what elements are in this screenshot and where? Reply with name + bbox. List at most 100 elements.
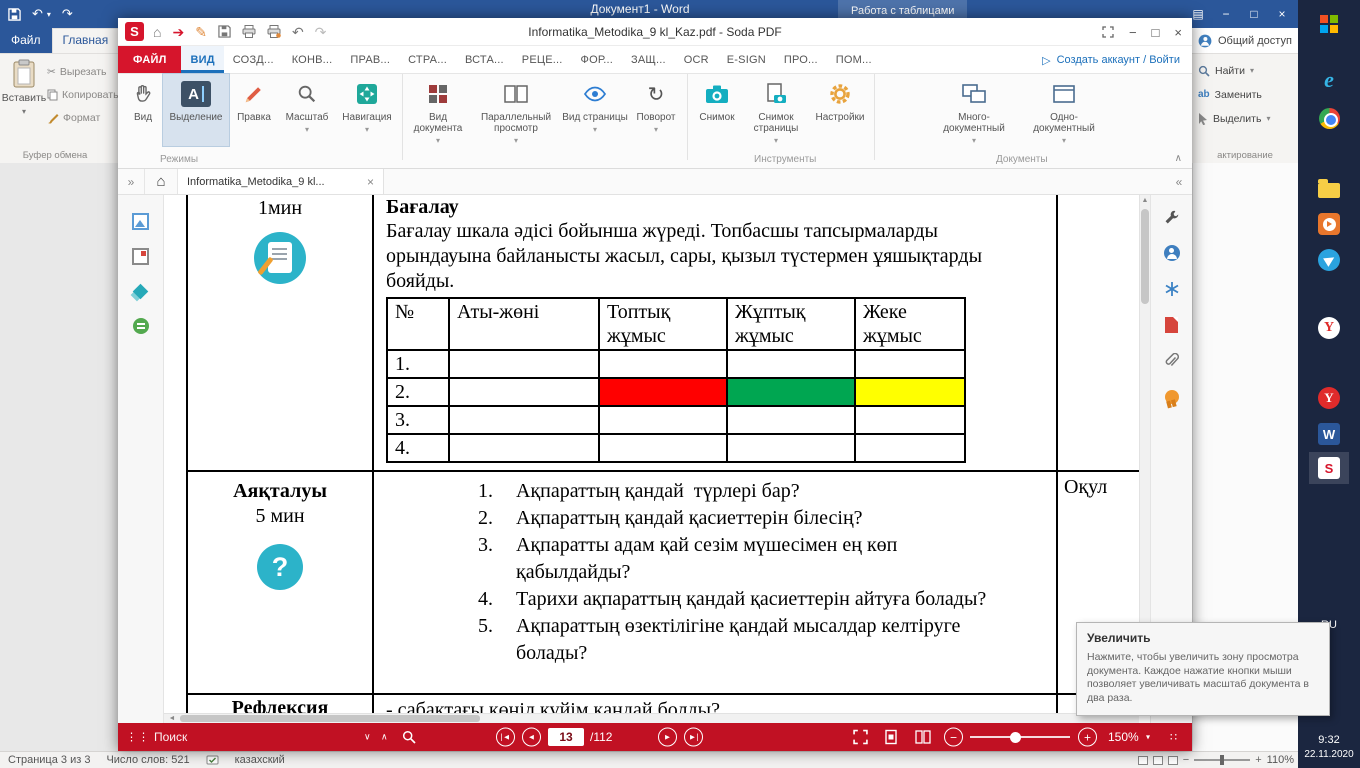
home-icon[interactable]: ⌂ [153,18,161,46]
home-tab-icon[interactable]: ⌂ [144,169,178,194]
word-save-icon[interactable] [8,8,21,21]
soda-restore-icon[interactable]: □ [1152,25,1160,40]
select-dropdown-icon[interactable]: ▾ [1266,114,1270,123]
word-zoom-out-icon[interactable]: − [1183,754,1189,766]
menu-tab-pro[interactable]: ПРО... [775,46,827,73]
menu-tab-review[interactable]: РЕЦЕ... [513,46,572,73]
menu-tab-view[interactable]: ВИД [181,46,223,73]
next-page-button[interactable]: ► [658,728,677,747]
page-layout-icon[interactable] [915,730,931,744]
ribbon-button-settings[interactable]: Настройки [809,74,871,146]
word-zoom-in-icon[interactable]: + [1255,754,1261,766]
word-view-web-icon[interactable] [1168,756,1178,765]
stamp-badge-icon[interactable] [1162,387,1182,407]
ribbon-button-navigation[interactable]: Навигация ▾ [335,74,399,146]
scroll-left-icon[interactable]: ◄ [166,714,178,723]
export-file-icon[interactable] [1162,315,1182,335]
taskbar-item-chrome[interactable] [1309,102,1349,134]
taskbar-item-yandex[interactable]: Y [1309,382,1349,414]
zoom-in-button[interactable]: + [1078,728,1097,747]
comments-panel-icon[interactable] [131,316,151,336]
ribbon-button-rotate[interactable]: ↻ Поворот ▾ [628,74,684,146]
ribbon-button-page-snapshot[interactable]: Снимок страницы ▾ [743,74,809,146]
zoom-slider[interactable] [970,736,1070,738]
menu-tab-create[interactable]: СОЗД... [224,46,283,73]
fullscreen-mode-icon[interactable] [853,730,868,745]
horizontal-scroll-thumb[interactable] [180,715,480,722]
horizontal-scrollbar[interactable]: ◄ [164,713,1139,723]
soda-fullscreen-icon[interactable] [1102,26,1114,38]
dropdown-caret-icon[interactable]: ▾ [436,136,440,145]
layers-panel-icon[interactable] [131,281,151,301]
taskbar-item-yandex-browser[interactable]: Y [1309,312,1349,344]
taskbar-item-media[interactable] [1309,208,1349,240]
cut-button[interactable]: ✂ Вырезать [47,63,118,81]
search-input[interactable]: Поиск [154,730,187,744]
ribbon-button-edit[interactable]: Правка [229,74,279,146]
vertical-scroll-thumb[interactable] [1141,209,1149,304]
last-page-button[interactable]: ►| [684,728,703,747]
search-prev-icon[interactable]: ∨ [364,732,371,743]
start-button[interactable] [1309,8,1349,40]
word-undo-dropdown-icon[interactable]: ▾ [47,10,51,19]
dropdown-caret-icon[interactable]: ▾ [305,125,309,134]
menu-tab-pages[interactable]: СТРА... [399,46,456,73]
menu-tab-ocr[interactable]: OCR [675,46,718,73]
pdf-viewport[interactable]: 1мин Бағалау Бағалау шкала әдісі бойынша… [164,195,1150,723]
scroll-up-icon[interactable]: ▲ [1140,195,1150,207]
search-next-icon[interactable]: ∧ [381,732,388,743]
word-view-print-icon[interactable] [1153,756,1163,765]
thumbnails-panel-icon[interactable] [131,211,151,231]
menu-tab-edit[interactable]: ПРАВ... [341,46,399,73]
zoom-dropdown-icon[interactable]: ▾ [1146,733,1150,742]
dropdown-caret-icon[interactable]: ▾ [514,136,518,145]
soda-minimize-icon[interactable]: − [1129,25,1137,40]
word-zoom-slider[interactable] [1194,759,1250,761]
tabs-scroll-left-icon[interactable]: » [118,169,144,194]
attachments-paperclip-icon[interactable] [1162,351,1182,371]
share-button[interactable]: Общий доступ [1192,28,1298,53]
word-tab-home[interactable]: Главная [52,28,118,53]
dropdown-caret-icon[interactable]: ▾ [1062,136,1066,145]
spellcheck-icon[interactable] [206,754,219,766]
word-close-icon[interactable]: × [1268,0,1296,28]
ribbon-button-parallel-view[interactable]: Параллельный просмотр ▾ [470,74,562,146]
tools-wrench-icon[interactable] [1162,207,1182,227]
word-tab-file[interactable]: Файл [0,28,52,53]
print-settings-icon[interactable] [267,25,281,38]
menu-tab-forms[interactable]: ФОР... [572,46,623,73]
share-arrow-icon[interactable]: ➔ [172,18,184,46]
save-icon[interactable] [218,25,231,38]
taskbar-item-ie[interactable]: e [1309,64,1349,96]
select-button[interactable]: Выделить ▾ [1198,110,1270,127]
word-zoom-slider-knob[interactable] [1220,755,1224,765]
taskbar-item-soda-pdf[interactable]: S [1309,452,1349,484]
search-magnifier-icon[interactable] [402,730,416,744]
effects-asterisk-icon[interactable] [1162,279,1182,299]
find-dropdown-icon[interactable]: ▾ [1250,66,1254,75]
tabs-scroll-right-icon[interactable]: « [1166,169,1192,194]
taskbar-item-word[interactable]: W [1309,418,1349,450]
print-icon[interactable] [242,25,256,38]
page-number-input[interactable]: 13 [548,728,584,746]
statusbar-grip-icon[interactable]: ⋮⋮ [126,731,150,744]
menu-tab-convert[interactable]: КОНВ... [283,46,342,73]
replace-button[interactable]: ab Заменить [1198,86,1270,103]
bookmarks-panel-icon[interactable] [131,246,151,266]
menu-tab-secure[interactable]: ЗАЩ... [622,46,675,73]
word-wordcount-indicator[interactable]: Число слов: 521 [106,754,189,766]
ribbon-button-multi-document[interactable]: Много-документный ▾ [928,74,1020,146]
ribbon-button-snapshot[interactable]: Снимок [691,74,743,146]
first-page-button[interactable]: |◄ [496,728,515,747]
ribbon-button-zoom[interactable]: Масштаб ▾ [279,74,335,146]
menu-tab-help[interactable]: ПОМ... [827,46,881,73]
format-painter-button[interactable]: Формат [47,109,118,127]
ribbon-button-document-view[interactable]: Вид документа ▾ [406,74,470,146]
taskbar-item-explorer[interactable] [1309,172,1349,204]
ribbon-button-view[interactable]: Вид [123,74,163,146]
document-tab[interactable]: Informatika_Metodika_9 kl... × [178,169,384,194]
dropdown-caret-icon[interactable]: ▾ [972,136,976,145]
statusbar-grip-icon[interactable]: ∷ [1170,731,1178,744]
zoom-level-label[interactable]: 150% [1108,730,1139,744]
word-restore-icon[interactable]: □ [1240,0,1268,28]
